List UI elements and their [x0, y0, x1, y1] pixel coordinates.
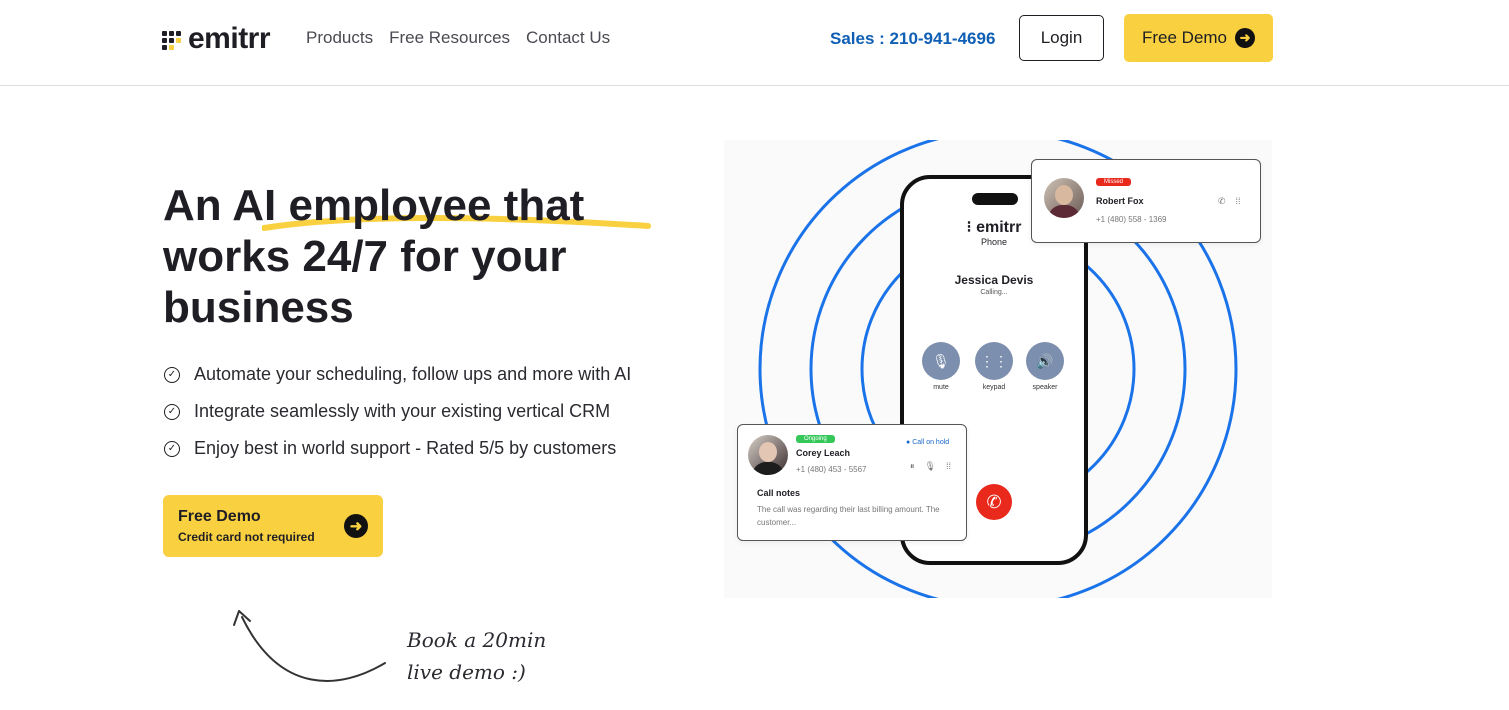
feature-item: ✓ Integrate seamlessly with your existin… [164, 393, 631, 430]
speaker-control[interactable]: 🔊 speaker [1026, 342, 1064, 391]
pause-icon[interactable]: ⏸ [910, 461, 915, 472]
check-circle-icon: ✓ [164, 366, 180, 383]
hero-free-demo-button[interactable]: Free Demo Credit card not required ➜ [163, 495, 383, 557]
phone-notch [972, 193, 1018, 205]
mic-icon[interactable]: 🎙 [925, 461, 936, 472]
contact-number: +1 (480) 558 - 1369 [1096, 215, 1167, 224]
free-demo-button[interactable]: Free Demo ➜ [1124, 14, 1273, 62]
call-notes-title: Call notes [757, 488, 801, 498]
contact-name: Corey Leach [796, 448, 851, 458]
caller-name: Jessica Devis [954, 273, 1034, 287]
card-actions: ✆ ⁞⁞ [1218, 196, 1241, 207]
mute-label: mute [933, 384, 949, 391]
hero-title: An AI employee that works 24/7 for your … [163, 180, 683, 333]
nav-products[interactable]: Products [306, 28, 373, 48]
sales-phone-link[interactable]: Sales : 210-941-4696 [830, 29, 995, 49]
emitrr-logo[interactable]: emitrr [162, 22, 271, 56]
speaker-icon: 🔊 [1026, 342, 1064, 380]
site-header: emitrr Products Free Resources Contact U… [0, 0, 1509, 86]
call-status: Calling... [980, 289, 1008, 296]
check-circle-icon: ✓ [164, 403, 180, 420]
avatar [1044, 178, 1084, 218]
keypad-icon[interactable]: ⁞⁞ [946, 461, 951, 472]
hero-title-line-3: business [163, 283, 354, 332]
cta-subtitle: Credit card not required [178, 530, 315, 544]
logo-mark-icon [162, 29, 182, 50]
main-nav: Products Free Resources Contact Us [306, 28, 610, 48]
handnote-line-1: Book a 20min [407, 628, 547, 652]
free-demo-label: Free Demo [1141, 28, 1228, 47]
avatar [748, 435, 788, 475]
feature-item: ✓ Enjoy best in world support - Rated 5/… [164, 430, 631, 467]
hero-illustration: ⁝ emitrr Phone Jessica Devis Calling... … [724, 140, 1272, 598]
feature-text: Enjoy best in world support - Rated 5/5 … [194, 438, 617, 458]
hold-text: Call on hold [912, 439, 950, 446]
hero-title-line-2: works 24/7 for your [163, 232, 567, 281]
hang-up-button[interactable]: ✆ [976, 484, 1012, 520]
card-actions: ⏸ 🎙 ⁞⁞ [910, 461, 951, 472]
call-on-hold-label: ● Call on hold [906, 439, 950, 446]
nav-contact-us[interactable]: Contact Us [526, 28, 610, 48]
mute-control[interactable]: 🎙 mute [922, 342, 960, 391]
mute-icon: 🎙 [922, 342, 960, 380]
keypad-icon: ⋮⋮ [975, 342, 1013, 380]
keypad-label: keypad [982, 384, 1006, 391]
missed-call-card: Missed Robert Fox +1 (480) 558 - 1369 ✆ … [1031, 159, 1261, 243]
contact-name: Robert Fox [1096, 196, 1144, 206]
feature-text: Integrate seamlessly with your existing … [194, 401, 611, 421]
phone-icon[interactable]: ✆ [1218, 196, 1226, 207]
call-notes-body: The call was regarding their last billin… [757, 505, 940, 527]
contact-number: +1 (480) 453 - 5567 [796, 465, 867, 474]
logo-text: emitrr [188, 22, 271, 55]
cta-title: Free Demo [178, 508, 261, 525]
feature-list: ✓ Automate your scheduling, follow ups a… [164, 356, 631, 467]
ongoing-call-card: Ongoing ● Call on hold Corey Leach +1 (4… [737, 424, 967, 541]
hero-title-line-1: An AI employee that [163, 181, 585, 230]
feature-item: ✓ Automate your scheduling, follow ups a… [164, 356, 631, 393]
check-circle-icon: ✓ [164, 440, 180, 457]
curved-arrow-icon [233, 610, 386, 682]
arrow-right-icon: ➜ [344, 514, 368, 538]
nav-free-resources[interactable]: Free Resources [389, 28, 510, 48]
ongoing-badge: Ongoing [796, 435, 835, 443]
feature-text: Automate your scheduling, follow ups and… [194, 364, 632, 384]
keypad-control[interactable]: ⋮⋮ keypad [975, 342, 1013, 391]
missed-badge: Missed [1096, 178, 1132, 186]
keypad-icon[interactable]: ⁞⁞ [1236, 196, 1241, 207]
phone-logo-text: emitrr [976, 219, 1022, 236]
login-button[interactable]: Login [1019, 15, 1104, 61]
phone-hangup-icon: ✆ [986, 491, 1002, 512]
handnote-line-2: live demo :) [407, 660, 526, 684]
speaker-label: speaker [1032, 384, 1058, 391]
arrow-right-icon: ➜ [1235, 28, 1256, 48]
demo-handwritten-note: Book a 20min live demo :) [407, 624, 546, 688]
